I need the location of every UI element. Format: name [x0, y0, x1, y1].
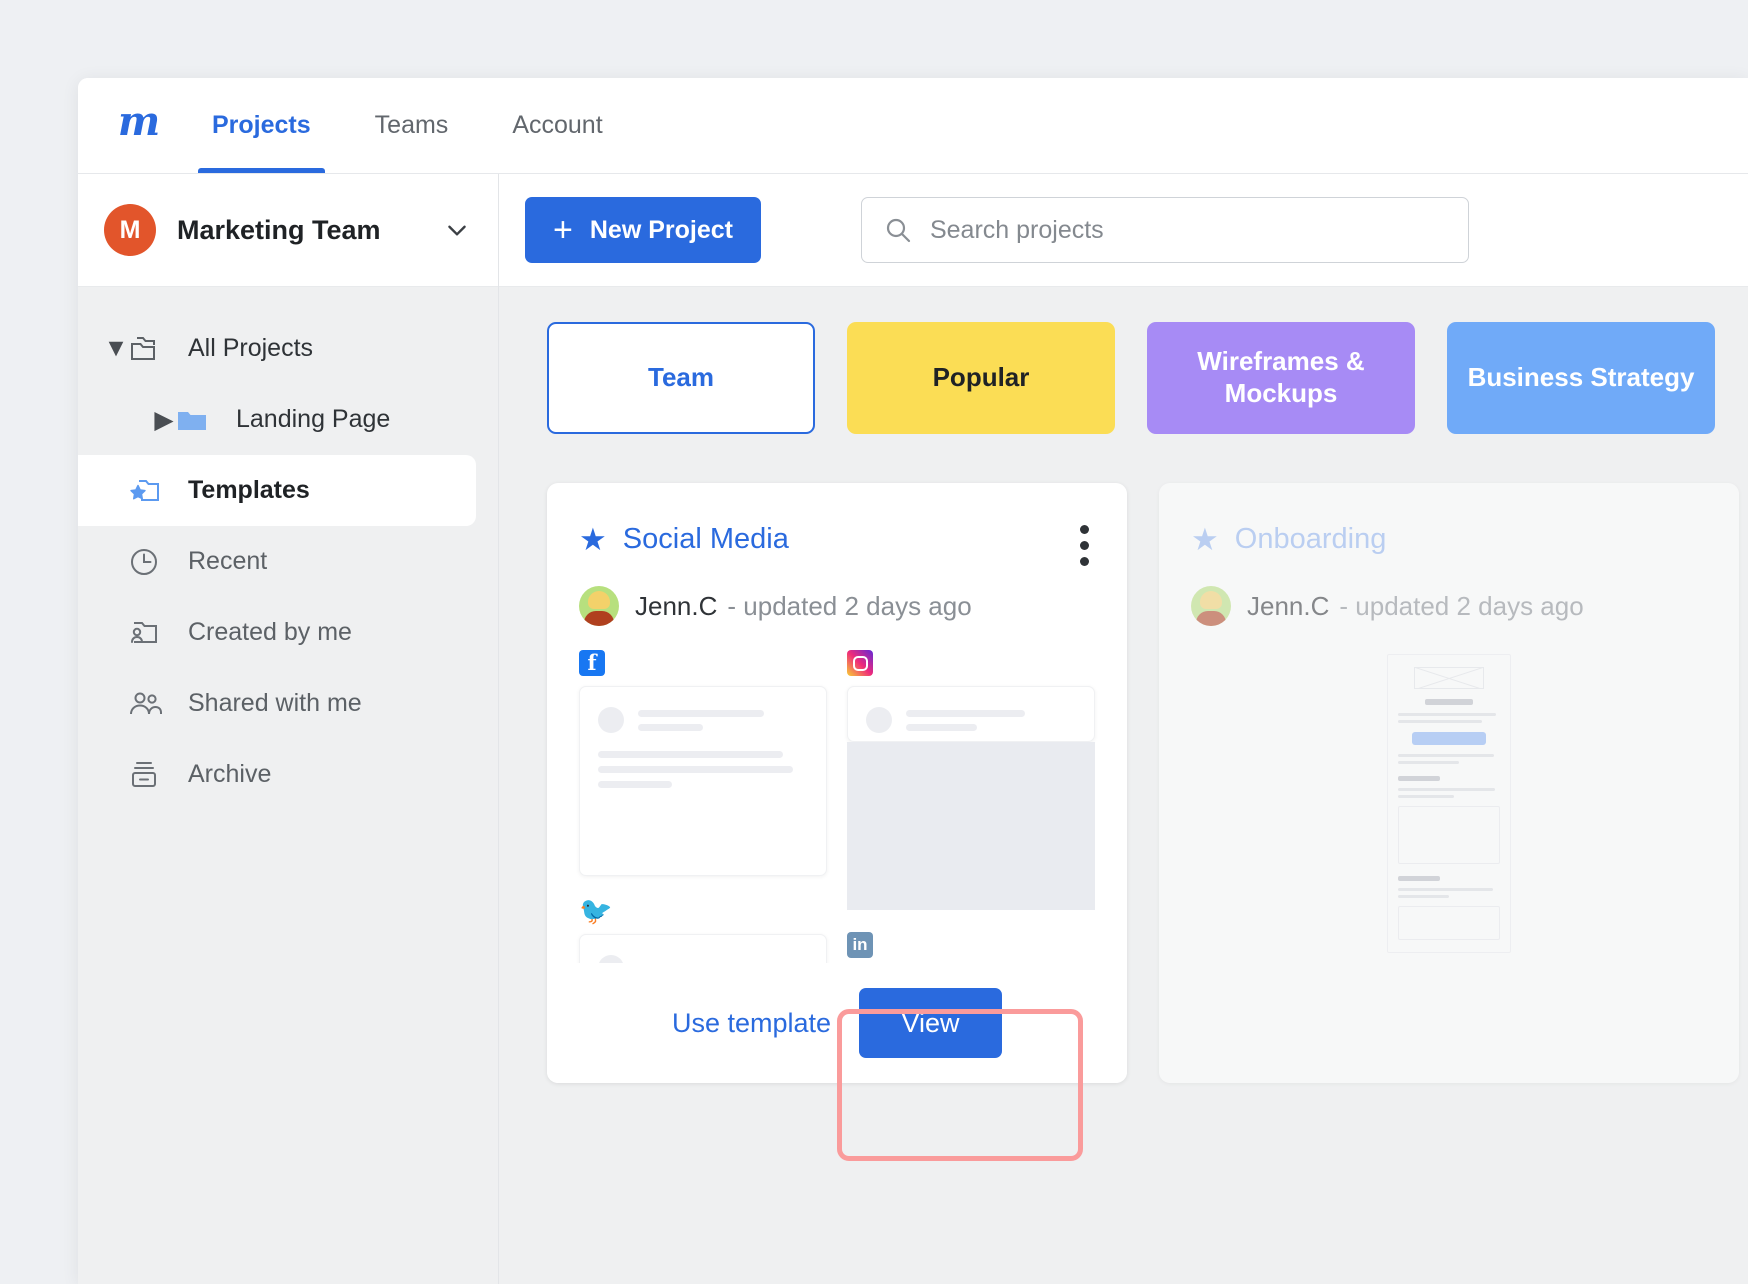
instagram-post-skeleton [847, 686, 1095, 742]
sidebar-item-label: Created by me [188, 618, 352, 647]
sidebar-item-label: Landing Page [236, 405, 390, 434]
sidebar-item-created-by-me[interactable]: Created by me [78, 597, 498, 668]
card-header: ★ Onboarding [1191, 523, 1707, 556]
preview-section-heading [1398, 776, 1440, 781]
folders-icon [128, 334, 174, 364]
folder-icon [176, 406, 222, 434]
people-icon [128, 689, 174, 719]
onboarding-document-preview [1387, 654, 1511, 953]
template-title[interactable]: Onboarding [1235, 523, 1387, 556]
template-card-onboarding[interactable]: ★ Onboarding Jenn.C - updated 2 days ago [1159, 483, 1739, 1083]
app-logo: m [98, 78, 180, 173]
tab-account[interactable]: Account [480, 78, 634, 173]
use-template-link[interactable]: Use template [672, 1008, 831, 1039]
new-project-button[interactable]: + New Project [525, 197, 761, 263]
sidebar-nav-list: ▼ All Projects ▶ [78, 287, 498, 1284]
tab-projects[interactable]: Projects [180, 78, 343, 173]
top-navigation-bar: m Projects Teams Account [78, 78, 1748, 174]
updated-text: - updated 2 days ago [1339, 591, 1583, 622]
sidebar-item-label: Recent [188, 547, 267, 576]
nav-tabs: Projects Teams Account [180, 78, 635, 173]
tab-teams[interactable]: Teams [343, 78, 481, 173]
category-chips: Team Popular Wireframes & Mockups Busine… [547, 322, 1748, 434]
image-placeholder-icon [1414, 667, 1484, 689]
disclosure-triangle-open-icon[interactable]: ▼ [104, 334, 128, 363]
star-icon[interactable]: ★ [579, 524, 607, 555]
team-name: Marketing Team [177, 215, 444, 246]
preview-section-heading [1398, 876, 1440, 881]
sidebar-item-archive[interactable]: Archive [78, 739, 498, 810]
sidebar-item-recent[interactable]: Recent [78, 526, 498, 597]
main-panel: + New Project Team Popular Wireframes & … [499, 174, 1748, 1284]
sidebar-item-label: Archive [188, 760, 271, 789]
sidebar-item-label: Templates [188, 476, 310, 505]
sidebar-item-label: All Projects [188, 334, 313, 363]
sidebar-item-landing-page[interactable]: ▶ Landing Page [78, 384, 498, 455]
facebook-icon: f [579, 650, 605, 676]
facebook-post-skeleton [579, 686, 827, 876]
sidebar-item-shared-with-me[interactable]: Shared with me [78, 668, 498, 739]
team-selector[interactable]: M Marketing Team [78, 174, 498, 287]
template-card-list: ★ Social Media Jenn.C - updated 2 days a… [547, 483, 1748, 1083]
avatar [579, 586, 619, 626]
instagram-icon [847, 650, 873, 676]
preview-heading [1425, 699, 1473, 705]
kebab-menu-icon[interactable] [1080, 525, 1089, 566]
author-name: Jenn.C [1247, 591, 1329, 622]
sidebar-item-label: Shared with me [188, 689, 362, 718]
sidebar-item-all-projects[interactable]: ▼ All Projects [78, 313, 498, 384]
updated-text: - updated 2 days ago [727, 591, 971, 622]
sidebar: M Marketing Team ▼ All Projects [78, 174, 499, 1284]
main-toolbar: + New Project [499, 174, 1748, 287]
category-chip-team[interactable]: Team [547, 322, 815, 434]
card-header: ★ Social Media [579, 523, 1095, 556]
search-box[interactable] [861, 197, 1469, 263]
disclosure-triangle-closed-icon[interactable]: ▶ [152, 405, 176, 435]
preview-content-box [1398, 806, 1500, 864]
linkedin-icon: in [847, 932, 873, 958]
template-folder-icon [128, 476, 174, 506]
avatar [1191, 586, 1231, 626]
new-project-label: New Project [590, 216, 733, 245]
category-chip-wireframes-mockups[interactable]: Wireframes & Mockups [1147, 322, 1415, 434]
card-actions: Use template View [547, 963, 1127, 1083]
plus-icon: + [553, 213, 573, 247]
team-avatar: M [104, 204, 156, 256]
category-chip-business-strategy[interactable]: Business Strategy [1447, 322, 1715, 434]
sidebar-item-templates[interactable]: Templates [78, 455, 476, 526]
view-button[interactable]: View [859, 988, 1002, 1058]
chevron-down-icon[interactable] [444, 217, 470, 243]
template-title[interactable]: Social Media [623, 523, 789, 556]
star-icon[interactable]: ★ [1191, 524, 1219, 555]
archive-icon [128, 759, 174, 791]
template-card-social-media[interactable]: ★ Social Media Jenn.C - updated 2 days a… [547, 483, 1127, 1083]
template-meta: Jenn.C - updated 2 days ago [1191, 586, 1707, 626]
category-chip-popular[interactable]: Popular [847, 322, 1115, 434]
preview-content-box [1398, 906, 1500, 940]
body-split: M Marketing Team ▼ All Projects [78, 174, 1748, 1284]
clock-icon [128, 546, 174, 578]
user-folder-icon [128, 618, 174, 648]
search-input[interactable] [930, 216, 1446, 245]
search-icon [884, 216, 912, 244]
preview-button [1412, 732, 1486, 745]
templates-content: Team Popular Wireframes & Mockups Busine… [499, 287, 1748, 1284]
instagram-image-placeholder [847, 742, 1095, 910]
author-name: Jenn.C [635, 591, 717, 622]
template-meta: Jenn.C - updated 2 days ago [579, 586, 1095, 626]
twitter-icon: 🐦 [579, 898, 605, 924]
app-window: m Projects Teams Account M Marketing Tea… [78, 78, 1748, 1284]
